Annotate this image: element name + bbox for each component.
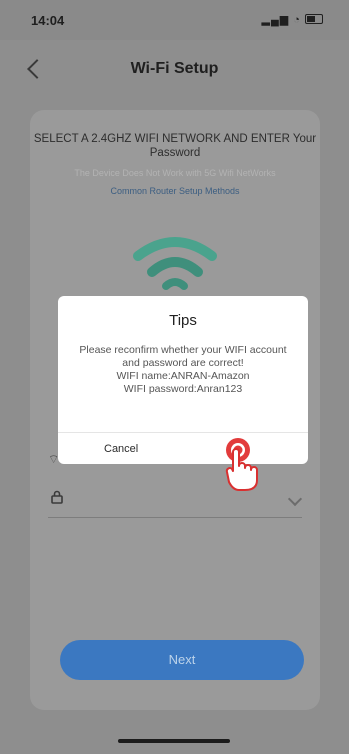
cancel-button[interactable]: Cancel [104,443,138,455]
home-indicator [118,739,230,743]
hand-pointer-icon [225,448,258,491]
wifi-icon [133,237,217,290]
status-time: 14:04 [31,13,65,28]
tips-dialog: Tips Please reconfirm whether your WIFI … [58,296,308,464]
next-button[interactable]: Next [60,640,304,680]
dialog-message: Please reconfirm whether your WIFI accou… [78,344,288,396]
setup-warning: The Device Does Not Work with 5G Wifi Ne… [74,168,276,178]
battery-icon [305,14,323,24]
phone-screen: 14:04 ▂▄▆ ◔ Wi-Fi Setup SELECT A 2.4GHZ … [0,0,349,754]
dialog-wifi-password: WIFI password:Anran123 [123,383,243,395]
wifi-status-icon: ◔ [293,14,301,26]
dialog-wifi-name: WIFI name:ANRAN-Amazon [116,370,250,382]
page-title: Wi-Fi Setup [130,60,219,77]
chevron-down-icon[interactable] [287,491,303,507]
status-bar: 14:04 ▂▄▆ ◔ [0,0,349,40]
dialog-title: Tips [169,312,197,329]
status-icons: ▂▄▆ ◔ [261,13,323,26]
setup-heading: SELECT A 2.4GHZ WIFI NETWORK AND ENTER Y… [33,133,317,159]
dialog-divider [58,432,308,433]
dialog-message-text: Please reconfirm whether your WIFI accou… [79,344,287,369]
signal-icon: ▂▄▆ [261,14,290,26]
lock-icon [51,490,63,504]
nav-bar: Wi-Fi Setup [0,40,349,100]
router-setup-link[interactable]: Common Router Setup Methods [30,186,320,196]
password-field-underline [48,517,302,518]
